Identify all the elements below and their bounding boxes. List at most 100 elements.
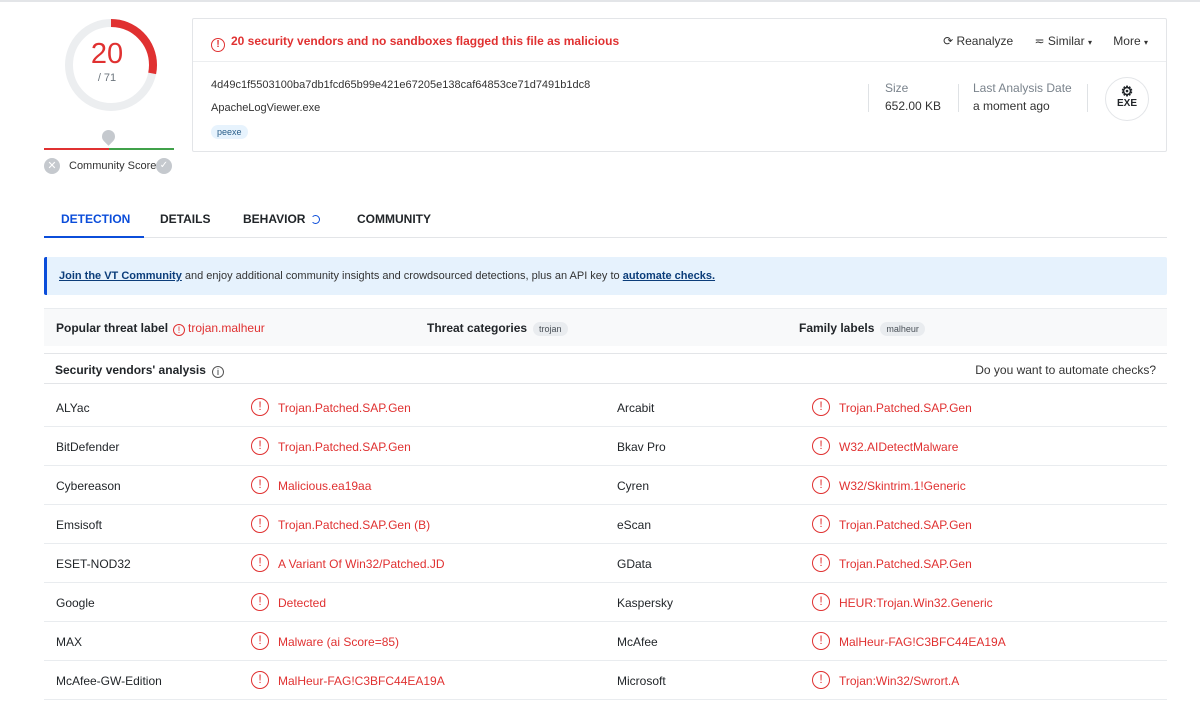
vendor-name: Google xyxy=(56,596,95,610)
top-divider xyxy=(0,0,1200,2)
vendors-table: ALYac! Trojan.Patched.SAP.Gen Arcabit! Troj… xyxy=(44,388,1167,700)
file-summary-card: ! 20 security vendors and no sandboxes fl… xyxy=(192,18,1167,152)
file-tag[interactable]: peexe xyxy=(211,125,248,139)
tab-community[interactable]: COMMUNITY xyxy=(357,212,431,226)
vendor-name: Microsoft xyxy=(617,674,666,688)
vendor-name: eScan xyxy=(617,518,652,532)
alert-circle-icon: ! xyxy=(812,671,830,689)
table-row: Google! Detected Kaspersky! HEUR:Trojan.Win… xyxy=(44,583,1167,622)
threat-categories: Threat categories trojan xyxy=(427,321,568,336)
vendor-name: BitDefender xyxy=(56,440,120,454)
alert-circle-icon: ! xyxy=(173,324,186,336)
reanalyze-button[interactable]: ⟳ Reanalyze xyxy=(943,34,1013,48)
community-banner: Join the VT Community and enjoy addition… xyxy=(44,257,1167,295)
detection-result: MalHeur-FAG!C3BFC44EA19A xyxy=(278,674,445,688)
detection-result: Trojan.Patched.SAP.Gen xyxy=(278,440,411,454)
threat-summary: Popular threat label! trojan.malheur Thre… xyxy=(44,308,1167,346)
vendor-name: McAfee xyxy=(617,635,658,649)
score-detected: 20 xyxy=(90,38,124,70)
join-community-link[interactable]: Join the VT Community xyxy=(59,270,182,282)
automate-checks-prompt[interactable]: Do you want to automate checks? xyxy=(975,363,1156,377)
table-row: McAfee-GW-Edition! MalHeur-FAG!C3BFC44EA1… xyxy=(44,661,1167,700)
alert-circle-icon: ! xyxy=(251,593,269,611)
warning-text: 20 security vendors and no sandboxes fla… xyxy=(231,34,620,48)
alert-circle-icon: ! xyxy=(251,671,269,689)
report-tabs: DETECTION DETAILS BEHAVIOR COMMUNITY xyxy=(44,200,1167,238)
detection-result: A Variant Of Win32/Patched.JD xyxy=(278,557,445,571)
detection-result: W32/Skintrim.1!Generic xyxy=(839,479,966,493)
active-tab-indicator xyxy=(44,236,144,238)
community-score-marker-icon xyxy=(99,127,118,146)
community-score-bar xyxy=(44,148,174,150)
popular-threat-value[interactable]: trojan.malheur xyxy=(188,321,265,335)
community-score-label: Community Score xyxy=(69,160,157,172)
detection-result: HEUR:Trojan.Win32.Generic xyxy=(839,596,993,610)
header-actions: ⟳ Reanalyze ≂ Similar ▾ More ▾ xyxy=(925,34,1148,48)
similar-button[interactable]: ≂ Similar ▾ xyxy=(1035,34,1092,48)
more-button[interactable]: More ▾ xyxy=(1113,34,1148,48)
detection-result: MalHeur-FAG!C3BFC44EA19A xyxy=(839,635,1006,649)
tab-details[interactable]: DETAILS xyxy=(160,212,210,226)
alert-circle-icon: ! xyxy=(812,593,830,611)
table-row: ESET-NOD32! A Variant Of Win32/Patched.JD… xyxy=(44,544,1167,583)
alert-circle-icon: ! xyxy=(251,515,269,533)
alert-circle-icon: ! xyxy=(211,38,225,52)
last-analysis: Last Analysis Date a moment ago xyxy=(973,81,1072,113)
vote-malicious-icon[interactable]: ✕ xyxy=(44,158,60,174)
detection-result: Trojan.Patched.SAP.Gen xyxy=(278,401,411,415)
alert-circle-icon: ! xyxy=(251,437,269,455)
meta-divider xyxy=(868,84,869,112)
banner-text: and enjoy additional community insights … xyxy=(181,270,623,282)
exe-file-icon: ⚙ EXE xyxy=(1105,77,1149,121)
category-chip[interactable]: trojan xyxy=(533,322,568,336)
date-value: a moment ago xyxy=(973,99,1050,113)
detection-result: Trojan:Win32/Swrort.A xyxy=(839,674,960,688)
alert-circle-icon: ! xyxy=(812,515,830,533)
vote-harmless-icon[interactable]: ✓ xyxy=(156,158,172,174)
chevron-down-icon: ▾ xyxy=(1143,38,1148,47)
vendor-name: McAfee-GW-Edition xyxy=(56,674,162,688)
vendor-name: GData xyxy=(617,557,652,571)
alert-circle-icon: ! xyxy=(251,476,269,494)
tab-detection[interactable]: DETECTION xyxy=(61,212,130,226)
table-row: Cybereason! Malicious.ea19aa Cyren! W32/Ski… xyxy=(44,466,1167,505)
detection-result: Trojan.Patched.SAP.Gen (B) xyxy=(278,518,431,532)
meta-divider xyxy=(1087,84,1088,112)
tab-behavior[interactable]: BEHAVIOR xyxy=(243,212,321,226)
alert-circle-icon: ! xyxy=(812,437,830,455)
malicious-warning: ! 20 security vendors and no sandboxes fl… xyxy=(211,34,619,52)
vendors-title: Security vendors' analysis i xyxy=(55,363,224,378)
alert-circle-icon: ! xyxy=(812,476,830,494)
table-row: MAX! Malware (ai Score=85) McAfee! MalHeur-… xyxy=(44,622,1167,661)
file-type-label: EXE xyxy=(1116,98,1137,109)
alert-circle-icon: ! xyxy=(812,554,830,572)
vendor-name: ESET-NOD32 xyxy=(56,557,131,571)
automate-checks-link[interactable]: automate checks. xyxy=(623,270,715,282)
family-labels: Family labels malheur xyxy=(799,321,925,336)
file-hash[interactable]: 4d49c1f5503100ba7db1fcd65b99e421e67205e1… xyxy=(211,79,590,91)
family-chip[interactable]: malheur xyxy=(880,322,925,336)
detection-result: Detected xyxy=(278,596,327,610)
score-total: / 71 xyxy=(97,72,117,84)
size-label: Size xyxy=(885,81,909,95)
table-row: BitDefender! Trojan.Patched.SAP.Gen Bkav P… xyxy=(44,427,1167,466)
meta-divider xyxy=(958,84,959,112)
alert-circle-icon: ! xyxy=(251,554,269,572)
info-icon[interactable]: i xyxy=(211,366,224,378)
detection-result: Trojan.Patched.SAP.Gen xyxy=(839,557,972,571)
file-size: Size 652.00 KB xyxy=(885,81,941,113)
chevron-down-icon: ▾ xyxy=(1087,38,1092,47)
detection-result: W32.AIDetectMalware xyxy=(839,440,959,454)
table-row: ALYac! Trojan.Patched.SAP.Gen Arcabit! Troj… xyxy=(44,388,1167,427)
size-value: 652.00 KB xyxy=(885,99,942,113)
detection-score-widget: 20 / 71 ✕ Community Score ✓ xyxy=(44,12,176,182)
refresh-icon: ⟳ xyxy=(943,34,954,48)
vendor-name: Emsisoft xyxy=(56,518,103,532)
date-label: Last Analysis Date xyxy=(973,81,1072,95)
loading-spinner-icon xyxy=(311,215,321,224)
vendors-header: Security vendors' analysis i Do you want … xyxy=(44,353,1167,384)
table-row: Emsisoft! Trojan.Patched.SAP.Gen (B) eScan… xyxy=(44,505,1167,544)
file-type-glyph: ⚙ xyxy=(1120,83,1134,99)
community-score: ✕ Community Score ✓ xyxy=(44,158,176,176)
vendor-name: ALYac xyxy=(56,401,90,415)
